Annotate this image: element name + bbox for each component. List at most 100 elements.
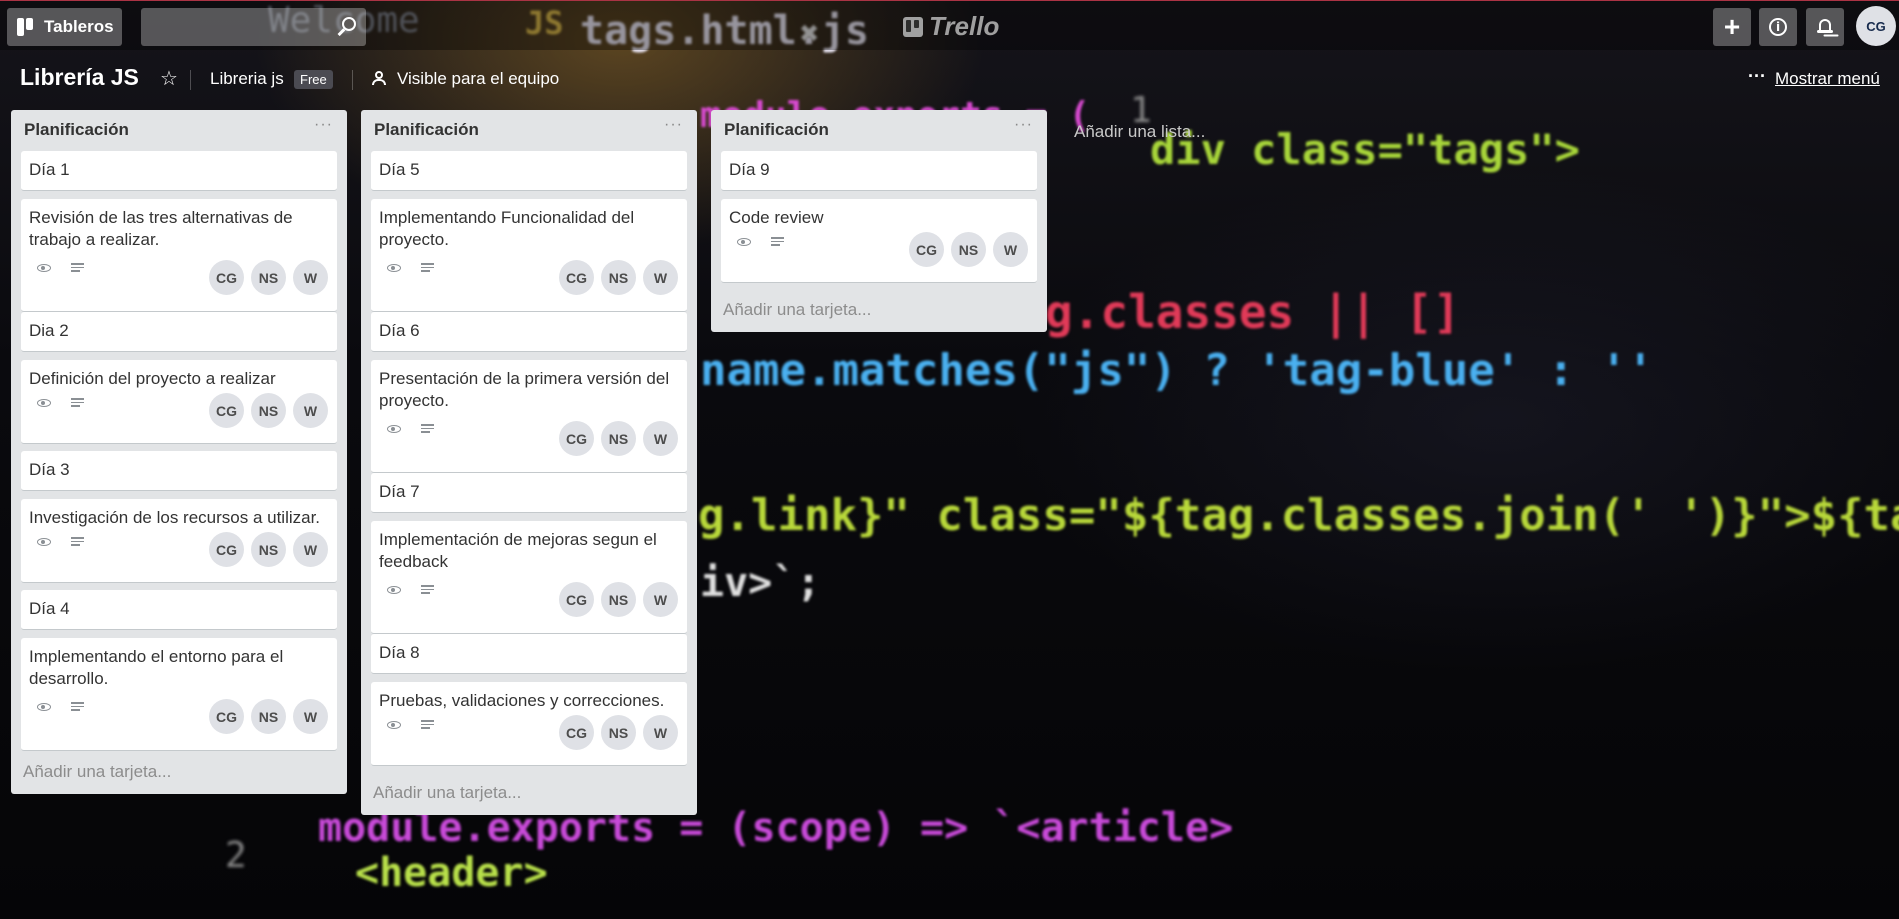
member-avatar[interactable]: CG	[559, 421, 594, 456]
member-avatar[interactable]: NS	[251, 260, 286, 295]
visibility-label[interactable]: Visible para el equipo	[397, 69, 559, 89]
member-avatar[interactable]: CG	[209, 393, 244, 428]
task-card[interactable]: Implementando el entorno para el desarro…	[21, 638, 337, 751]
list-title[interactable]: Planificación	[24, 120, 129, 140]
description-icon	[71, 263, 84, 274]
task-card[interactable]: Pruebas, validaciones y correcciones. CG N…	[371, 682, 687, 766]
member-avatar[interactable]: W	[293, 393, 328, 428]
member-avatar[interactable]: NS	[251, 532, 286, 567]
list-title[interactable]: Planificación	[724, 120, 829, 140]
description-icon	[71, 702, 84, 713]
member-avatar[interactable]: W	[293, 260, 328, 295]
list-menu-icon[interactable]: ···	[664, 116, 683, 134]
card-title: Día 8	[379, 643, 420, 662]
member-avatar[interactable]: NS	[951, 232, 986, 267]
day-card[interactable]: Dia 2	[21, 312, 337, 352]
notifications-button[interactable]	[1806, 8, 1844, 46]
task-card[interactable]: Code review CG NS W	[721, 199, 1037, 283]
task-card[interactable]: Presentación de la primera versión del p…	[371, 360, 687, 473]
member-avatar[interactable]: NS	[251, 699, 286, 734]
description-icon	[421, 585, 434, 596]
add-card-button[interactable]: Añadir una tarjeta...	[373, 783, 521, 803]
member-avatar[interactable]: NS	[601, 582, 636, 617]
description-icon	[421, 720, 434, 731]
member-avatar[interactable]: W	[643, 260, 678, 295]
day-card[interactable]: Día 3	[21, 451, 337, 491]
add-list-button[interactable]: Añadir una lista...	[1074, 122, 1205, 142]
card-title: Pruebas, validaciones y correcciones.	[379, 691, 665, 710]
task-card[interactable]: Implementando Funcionalidad del proyecto…	[371, 199, 687, 312]
day-card[interactable]: Día 5	[371, 151, 687, 191]
day-card[interactable]: Día 1	[21, 151, 337, 191]
member-avatar[interactable]: CG	[209, 532, 244, 567]
search-input[interactable]	[149, 14, 333, 40]
list[interactable]: Planificación ··· Día 9 Code review CG NS W Aña…	[711, 110, 1047, 332]
list-title[interactable]: Planificación	[374, 120, 479, 140]
member-avatar[interactable]: CG	[909, 232, 944, 267]
search-box[interactable]	[141, 8, 366, 46]
board-header: Librería JS ☆ Libreria js Free Visible p…	[0, 56, 1899, 100]
member-avatar[interactable]: W	[293, 532, 328, 567]
trello-logo-text: Trello	[929, 11, 1000, 41]
member-avatar[interactable]: CG	[559, 582, 594, 617]
member-avatar[interactable]: CG	[209, 260, 244, 295]
day-card[interactable]: Día 6	[371, 312, 687, 352]
task-card[interactable]: Revisión de las tres alternativas de tra…	[21, 199, 337, 312]
list[interactable]: Planificación ··· Día 5 Implementando Funci…	[361, 110, 697, 815]
member-avatar[interactable]: W	[643, 582, 678, 617]
day-card[interactable]: Día 9	[721, 151, 1037, 191]
member-avatar[interactable]: NS	[601, 715, 636, 750]
day-card[interactable]: Día 7	[371, 473, 687, 513]
list-menu-icon[interactable]: ···	[314, 116, 333, 134]
info-icon: i	[1769, 18, 1787, 36]
card-title: Revisión de las tres alternativas de tra…	[29, 208, 293, 249]
trello-logo-icon	[903, 16, 923, 37]
boards-label: Tableros	[44, 17, 114, 36]
day-card[interactable]: Día 4	[21, 590, 337, 630]
list[interactable]: Planificación ··· Día 1 Revisión de las tre…	[11, 110, 347, 794]
eye-icon	[387, 264, 401, 272]
card-title: Implementando Funcionalidad del proyecto…	[379, 208, 635, 249]
member-avatar[interactable]: W	[643, 421, 678, 456]
eye-icon	[37, 264, 51, 272]
member-avatar[interactable]: NS	[251, 393, 286, 428]
bg-code-line: div class="tags">	[1150, 125, 1580, 174]
star-icon[interactable]: ☆	[160, 66, 178, 91]
member-avatar[interactable]: CG	[559, 715, 594, 750]
more-icon[interactable]: ···	[1748, 66, 1766, 87]
member-avatar[interactable]: CG	[209, 699, 244, 734]
member-avatar[interactable]: NS	[601, 260, 636, 295]
user-avatar[interactable]: CG	[1856, 6, 1896, 46]
info-button[interactable]: i	[1759, 8, 1797, 46]
task-card[interactable]: Implementación de mejoras segun el feedb…	[371, 521, 687, 634]
bg-line-number: 2	[225, 835, 247, 876]
task-card[interactable]: Investigación de los recursos a utilizar…	[21, 499, 337, 583]
day-card[interactable]: Día 8	[371, 634, 687, 674]
eye-icon	[387, 721, 401, 729]
member-avatar[interactable]: W	[293, 699, 328, 734]
member-avatar[interactable]: CG	[559, 260, 594, 295]
member-avatar[interactable]: W	[993, 232, 1028, 267]
member-avatar[interactable]: W	[643, 715, 678, 750]
show-menu-link[interactable]: Mostrar menú	[1775, 69, 1880, 89]
board-title[interactable]: Librería JS	[20, 64, 139, 91]
member-avatar[interactable]: NS	[601, 421, 636, 456]
eye-icon	[37, 538, 51, 546]
team-name[interactable]: Libreria js	[210, 69, 284, 89]
card-title: Día 9	[729, 160, 770, 179]
search-icon[interactable]	[342, 17, 356, 31]
boards-button[interactable]: Tableros	[7, 8, 122, 46]
list-menu-icon[interactable]: ···	[1014, 116, 1033, 134]
card-title: Día 6	[379, 321, 420, 340]
trello-logo[interactable]: Trello	[903, 11, 999, 42]
card-title: Día 3	[29, 460, 70, 479]
add-card-button[interactable]: Añadir una tarjeta...	[23, 762, 171, 782]
eye-icon	[37, 703, 51, 711]
add-card-button[interactable]: Añadir una tarjeta...	[723, 300, 871, 320]
card-title: Día 4	[29, 599, 70, 618]
bg-code-line: name.matches("js") ? 'tag-blue' : ''	[700, 345, 1654, 396]
task-card[interactable]: Definición del proyecto a realizar CG NS W	[21, 360, 337, 444]
create-button[interactable]: +	[1713, 8, 1751, 46]
eye-icon	[387, 586, 401, 594]
card-title: Implementación de mejoras segun el feedb…	[379, 530, 657, 571]
